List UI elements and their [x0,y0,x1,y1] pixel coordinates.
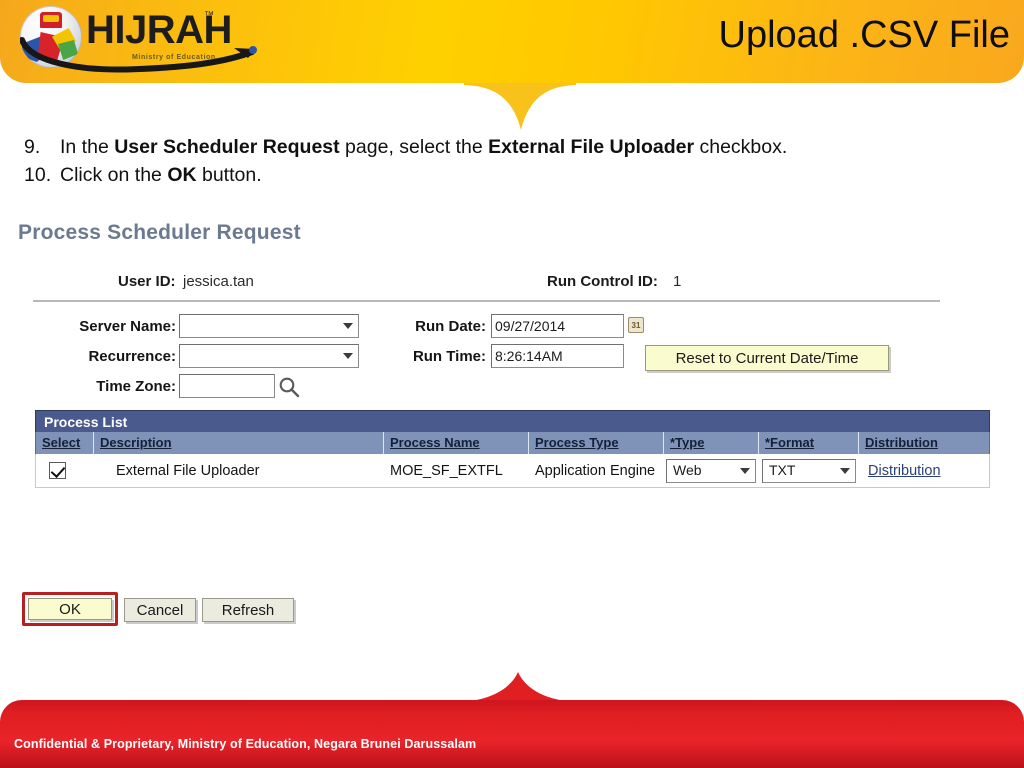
run-control-id-value: 1 [673,273,682,290]
run-time-input[interactable] [491,344,624,368]
column-header-process-name[interactable]: Process Name [384,432,529,454]
server-name-select[interactable] [179,314,359,338]
refresh-button[interactable]: Refresh [202,598,294,622]
cell-process-name: MOE_SF_EXTFL [390,462,503,479]
column-header-format[interactable]: *Format [759,432,859,454]
recurrence-select[interactable] [179,344,359,368]
cell-format: TXT [759,458,859,483]
psr-page-heading: Process Scheduler Request [18,221,301,244]
select-checkbox[interactable] [49,462,66,479]
process-list-caption: Process List [35,410,990,432]
run-time-label: Run Time: [412,348,486,365]
cancel-button[interactable]: Cancel [124,598,196,622]
user-id-value: jessica.tan [183,273,254,290]
search-icon[interactable] [278,376,300,398]
instruction-list: 9. In the User Scheduler Request page, s… [24,133,964,189]
footer-confidentiality-notice: Confidential & Proprietary, Ministry of … [14,737,477,751]
run-date-label: Run Date: [415,318,486,335]
type-select[interactable]: Web [666,458,756,483]
column-header-select[interactable]: Select [36,432,94,454]
server-name-label: Server Name: [79,318,176,335]
column-header-type[interactable]: *Type [664,432,759,454]
time-zone-input[interactable] [179,374,275,398]
table-row: External File Uploader MOE_SF_EXTFL Appl… [35,454,990,488]
chevron-down-icon [840,467,850,474]
header-tail-decoration [464,83,576,131]
distribution-link[interactable]: Distribution [868,463,941,479]
slide-header: HIJRAH ™ Ministry of Education Upload .C… [0,0,1024,83]
cell-process-type: Application Engine [535,462,656,479]
instruction-item-10: 10. Click on the OK button. [24,161,964,189]
cell-select [36,462,94,479]
cell-description: External File Uploader [116,462,260,479]
instruction-item-9: 9. In the User Scheduler Request page, s… [24,133,964,161]
hijrah-logo: HIJRAH ™ Ministry of Education [8,2,257,78]
recurrence-label: Recurrence: [88,348,176,365]
process-scheduler-request-screenshot: Process Scheduler Request User ID: jessi… [0,212,1024,652]
chevron-down-icon [740,467,750,474]
run-date-input[interactable] [491,314,624,338]
reset-to-current-datetime-button[interactable]: Reset to Current Date/Time [645,345,889,371]
column-header-process-type[interactable]: Process Type [529,432,664,454]
user-id-label: User ID: [118,273,176,290]
cell-type: Web [664,458,759,483]
horizontal-divider [33,300,940,302]
instruction-number: 10. [24,164,52,186]
slide: HIJRAH ™ Ministry of Education Upload .C… [0,0,1024,768]
column-header-distribution[interactable]: Distribution [859,432,989,454]
column-header-description[interactable]: Description [94,432,384,454]
footer-notch-decoration [458,672,578,702]
instruction-number: 9. [24,136,41,158]
trademark-icon: ™ [204,10,214,21]
calendar-icon[interactable]: 31 [628,317,644,333]
cell-distribution: Distribution [859,462,989,480]
logo-tagline: Ministry of Education [132,54,216,61]
format-select[interactable]: TXT [762,458,856,483]
time-zone-label: Time Zone: [96,378,176,395]
page-title: Upload .CSV File [718,14,1010,56]
ok-button[interactable]: OK [28,598,112,620]
run-control-id-label: Run Control ID: [547,273,658,290]
instruction-text: In the User Scheduler Request page, sele… [60,136,788,158]
process-list-header-row: Select Description Process Name Process … [35,432,990,454]
crown-icon [40,12,62,28]
instruction-text: Click on the OK button. [60,164,262,186]
slide-footer [0,700,1024,768]
